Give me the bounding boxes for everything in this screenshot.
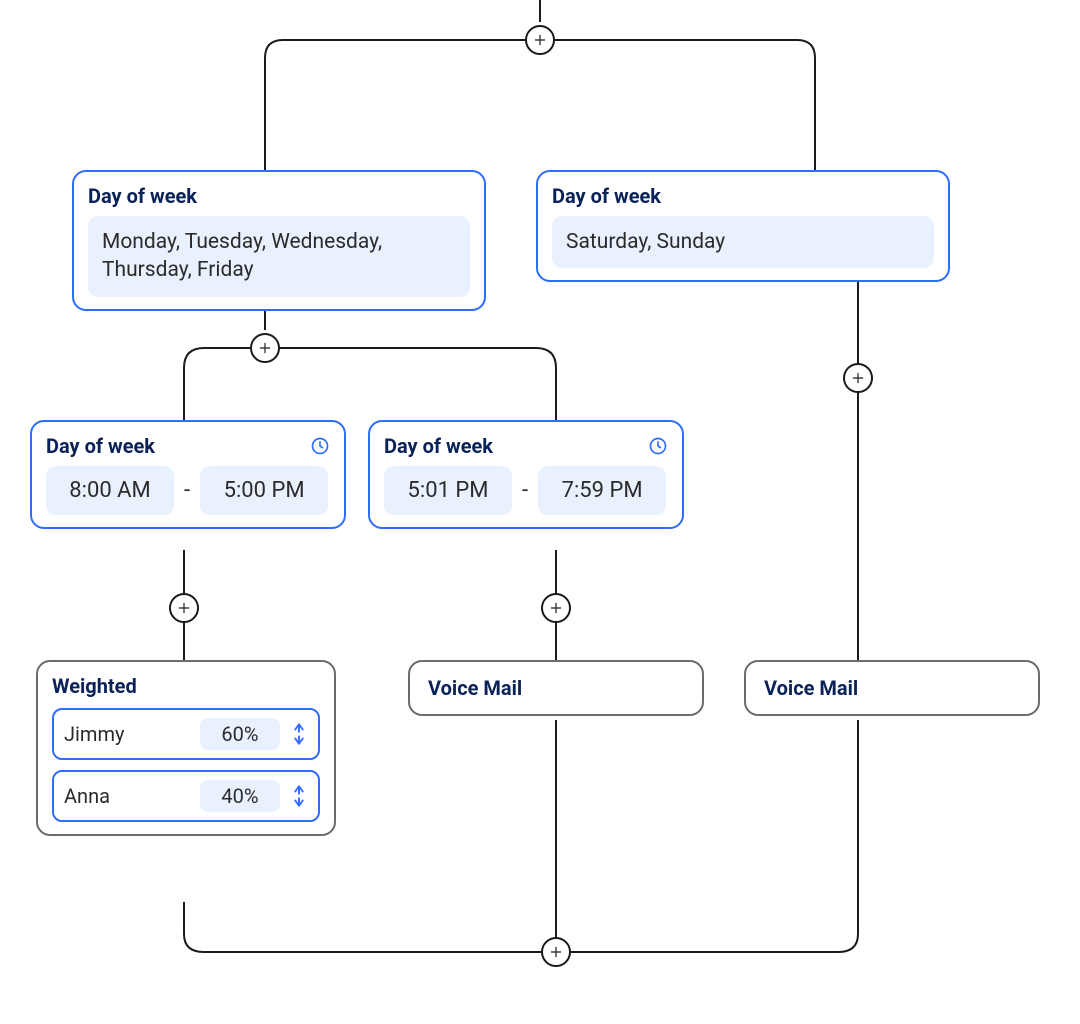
node-title: Voice Mail xyxy=(764,676,858,700)
node-title: Weighted xyxy=(52,674,137,698)
reorder-icon[interactable] xyxy=(290,721,308,747)
node-title: Day of week xyxy=(88,184,197,208)
plus-icon xyxy=(177,601,191,615)
day-selection-value[interactable]: Saturday, Sunday xyxy=(552,216,934,268)
add-node-button[interactable] xyxy=(843,363,873,393)
plus-icon xyxy=(258,341,272,355)
add-node-button[interactable] xyxy=(541,593,571,623)
voicemail-node[interactable]: Voice Mail xyxy=(744,660,1040,716)
plus-icon xyxy=(851,371,865,385)
flow-canvas[interactable]: Day of week Monday, Tuesday, Wednesday, … xyxy=(0,0,1080,1024)
plus-icon xyxy=(549,945,563,959)
time-end-input[interactable]: 7:59 PM xyxy=(538,466,666,515)
node-title: Voice Mail xyxy=(428,676,522,700)
add-node-button[interactable] xyxy=(525,25,555,55)
day-selection-value[interactable]: Monday, Tuesday, Wednesday, Thursday, Fr… xyxy=(88,216,470,297)
weighted-row[interactable]: Anna 40% xyxy=(52,770,320,822)
plus-icon xyxy=(549,601,563,615)
add-node-button[interactable] xyxy=(169,593,199,623)
day-of-week-node-weekdays[interactable]: Day of week Monday, Tuesday, Wednesday, … xyxy=(72,170,486,311)
time-range-node-b[interactable]: Day of week 5:01 PM - 7:59 PM xyxy=(368,420,684,529)
clock-icon xyxy=(648,436,668,456)
weighted-percent-input[interactable]: 40% xyxy=(200,780,280,812)
time-start-input[interactable]: 8:00 AM xyxy=(46,466,174,515)
weighted-percent-input[interactable]: 60% xyxy=(200,718,280,750)
reorder-icon[interactable] xyxy=(290,783,308,809)
node-title: Day of week xyxy=(46,434,155,458)
voicemail-node[interactable]: Voice Mail xyxy=(408,660,704,716)
add-node-button[interactable] xyxy=(541,937,571,967)
day-of-week-node-weekend[interactable]: Day of week Saturday, Sunday xyxy=(536,170,950,282)
node-title: Day of week xyxy=(384,434,493,458)
time-separator: - xyxy=(522,478,528,503)
add-node-button[interactable] xyxy=(250,333,280,363)
clock-icon xyxy=(310,436,330,456)
time-range-node-a[interactable]: Day of week 8:00 AM - 5:00 PM xyxy=(30,420,346,529)
weighted-distribution-node[interactable]: Weighted Jimmy 60% Anna 40% xyxy=(36,660,336,836)
plus-icon xyxy=(533,33,547,47)
weighted-name: Anna xyxy=(64,784,110,808)
weighted-row[interactable]: Jimmy 60% xyxy=(52,708,320,760)
time-end-input[interactable]: 5:00 PM xyxy=(200,466,328,515)
weighted-name: Jimmy xyxy=(64,722,124,746)
time-start-input[interactable]: 5:01 PM xyxy=(384,466,512,515)
node-title: Day of week xyxy=(552,184,661,208)
time-separator: - xyxy=(184,478,190,503)
